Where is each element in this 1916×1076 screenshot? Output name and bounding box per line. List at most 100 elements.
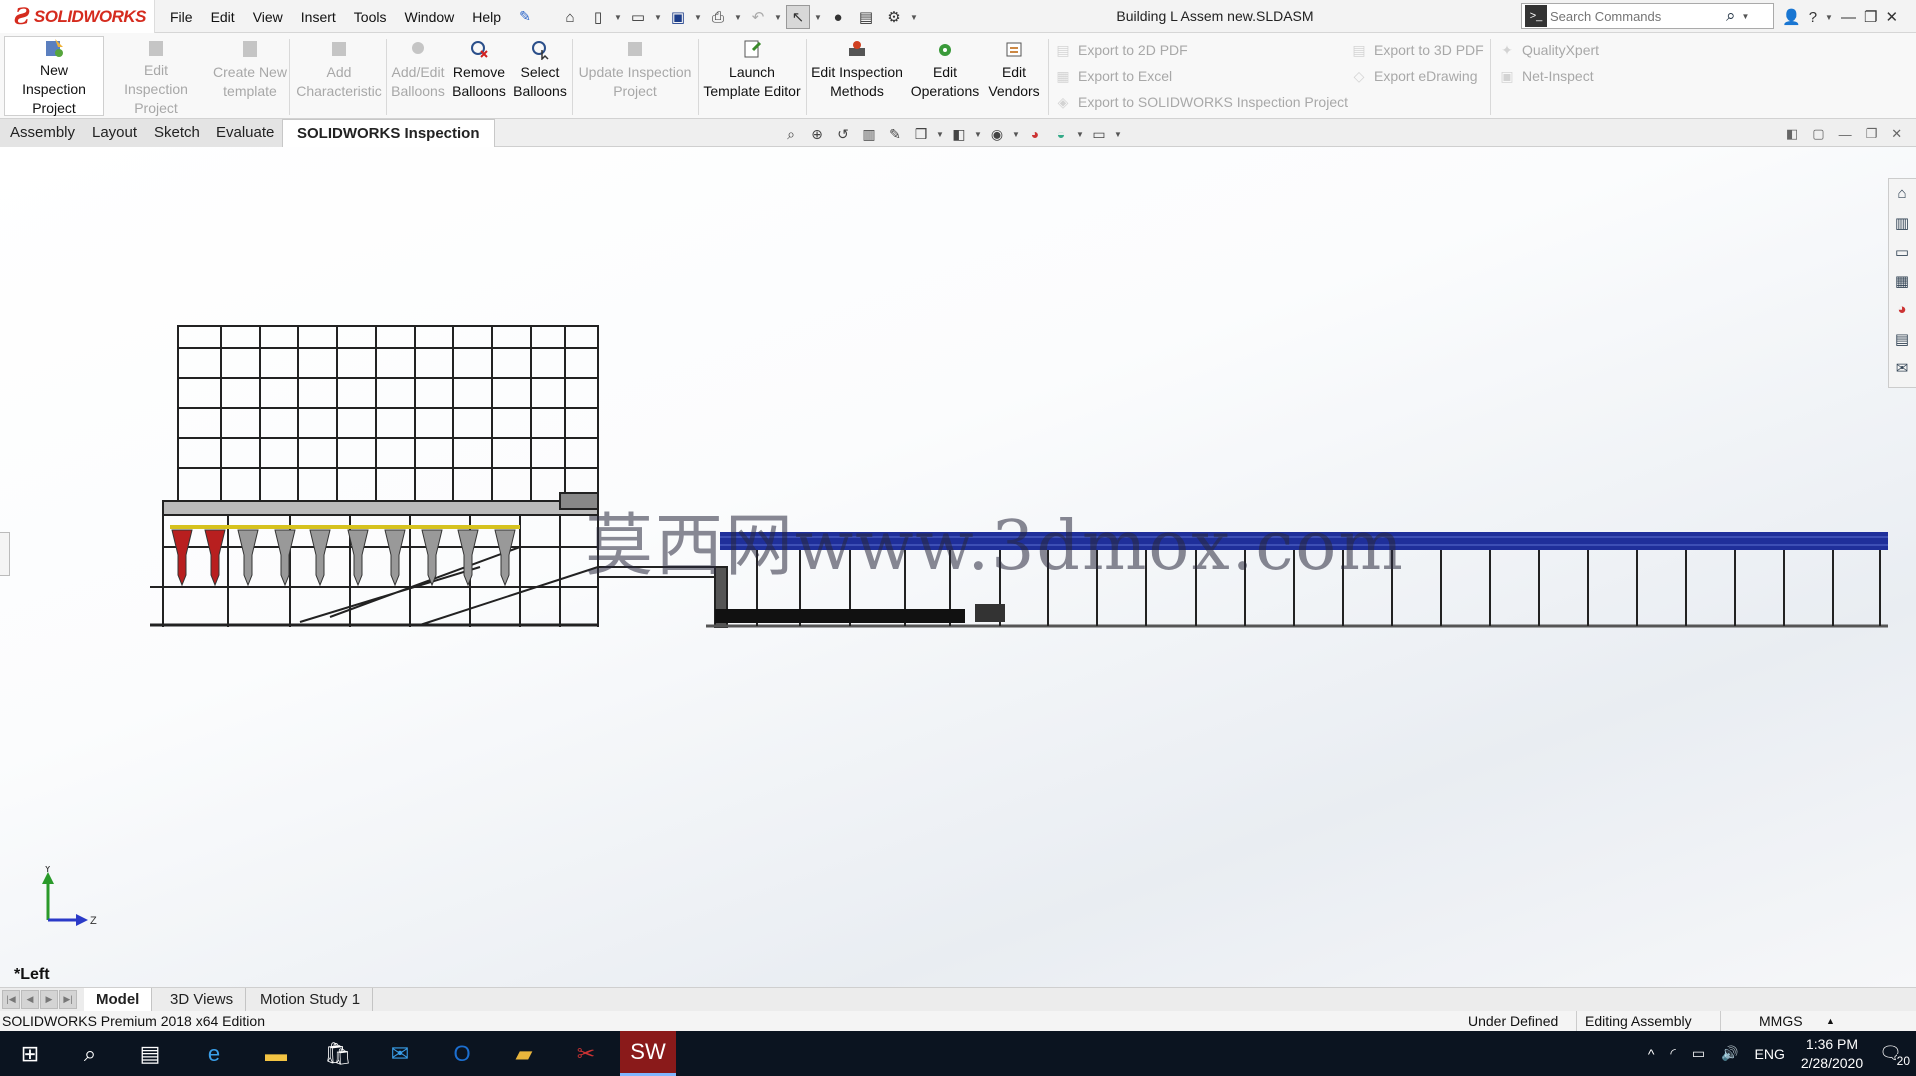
menu-tools[interactable]: Tools [354, 9, 387, 25]
select-cursor-icon[interactable]: ↖ [786, 5, 810, 29]
wifi-icon[interactable]: ◜ [1670, 1045, 1675, 1062]
edit-inspection-project-button[interactable]: Edit Inspection Project [108, 37, 204, 116]
first-tab-icon[interactable]: |◀ [2, 990, 20, 1009]
search-icon[interactable]: ⌕ [1726, 6, 1736, 26]
input-language[interactable]: ENG [1755, 1046, 1785, 1062]
next-tab-icon[interactable]: ▶ [40, 990, 58, 1009]
chevron-down-icon[interactable]: ▼ [694, 13, 702, 22]
chevron-down-icon[interactable]: ▼ [1742, 12, 1750, 21]
user-icon[interactable]: 👤 [1782, 8, 1801, 26]
snip-tool-icon[interactable]: ✂ [558, 1031, 614, 1076]
launch-template-editor-button[interactable]: Launch Template Editor [702, 37, 802, 115]
tab-assembly[interactable]: Assembly [0, 119, 87, 147]
tab-3d-views[interactable]: 3D Views [158, 988, 247, 1012]
help-icon[interactable]: ? [1809, 9, 1817, 26]
hide-show-items-icon[interactable]: ◉ [986, 123, 1008, 145]
mail-icon[interactable]: ✉ [372, 1031, 428, 1076]
search-input[interactable] [1550, 8, 1720, 24]
previous-view-icon[interactable]: ↺ [832, 123, 854, 145]
chevron-down-icon[interactable]: ▼ [1114, 130, 1122, 139]
edit-vendors-button[interactable]: Edit Vendors [984, 37, 1044, 115]
new-document-icon[interactable]: ▯ [586, 5, 610, 29]
minimize-icon[interactable]: — [1841, 9, 1856, 26]
outlook-icon[interactable]: O [434, 1031, 490, 1076]
remove-balloons-button[interactable]: Remove Balloons [452, 37, 506, 115]
chevron-down-icon[interactable]: ▼ [654, 13, 662, 22]
custom-properties-icon[interactable]: ▤ [1889, 324, 1915, 353]
chevron-down-icon[interactable]: ▼ [910, 13, 918, 22]
feature-manager-toggle[interactable] [0, 532, 10, 576]
search-icon[interactable]: ⌕ [62, 1031, 118, 1076]
tab-model[interactable]: Model [84, 988, 153, 1012]
export-2d-pdf-button[interactable]: ▤ Export to 2D PDF [1054, 39, 1187, 61]
view-settings-icon[interactable]: ▭ [1088, 123, 1110, 145]
search-commands-box[interactable]: >_ ⌕ ▼ [1521, 3, 1774, 29]
menu-help[interactable]: Help [472, 9, 501, 25]
last-tab-icon[interactable]: ▶| [59, 990, 77, 1009]
export-sw-inspection-button[interactable]: ◈ Export to SOLIDWORKS Inspection Project [1054, 91, 1348, 113]
options-gear-icon[interactable]: ⚙ [882, 5, 906, 29]
open-folder-icon[interactable]: ▭ [626, 5, 650, 29]
menu-view[interactable]: View [253, 9, 283, 25]
store-icon[interactable]: 🛍 [310, 1031, 366, 1076]
tab-sketch[interactable]: Sketch [144, 119, 211, 147]
design-library-icon[interactable]: ▥ [1889, 208, 1915, 237]
doc-close-icon[interactable]: ✕ [1891, 126, 1902, 142]
chevron-down-icon[interactable]: ▼ [1076, 130, 1084, 139]
battery-icon[interactable]: ▭ [1692, 1045, 1705, 1062]
pin-icon[interactable]: ✎ [519, 8, 531, 25]
chevron-down-icon[interactable]: ▼ [974, 130, 982, 139]
edit-inspection-methods-button[interactable]: Edit Inspection Methods [810, 37, 904, 115]
section-view-icon[interactable]: ▥ [858, 123, 880, 145]
sticky-app-icon[interactable]: ▰ [496, 1031, 552, 1076]
appearances-icon[interactable]: ◕ [1889, 295, 1915, 324]
chevron-down-icon[interactable]: ▼ [614, 13, 622, 22]
solidworks-taskbar-icon[interactable]: SW [620, 1031, 676, 1076]
qualityxpert-button[interactable]: ✦ QualityXpert [1498, 39, 1599, 61]
edit-appearance-icon[interactable]: ◕ [1024, 123, 1046, 145]
edge-browser-icon[interactable]: e [186, 1031, 242, 1076]
solidworks-logo[interactable]: Ƨ SOLIDWORKS [0, 0, 155, 33]
graphics-area[interactable]: 莫西网www.3dmox.com [0, 147, 1916, 987]
collapse-panel-icon[interactable]: ◧ [1786, 126, 1798, 142]
tab-evaluate[interactable]: Evaluate [206, 119, 286, 147]
file-explorer-icon[interactable]: ▬ [248, 1031, 304, 1076]
print-icon[interactable]: ⎙ [706, 5, 730, 29]
tab-solidworks-inspection[interactable]: SOLIDWORKS Inspection [282, 119, 495, 148]
export-edrawing-button[interactable]: ◇ Export eDrawing [1350, 65, 1478, 87]
split-view-icon[interactable]: ▢ [1812, 126, 1824, 142]
create-new-template-button[interactable]: Create New template [208, 37, 292, 115]
close-icon[interactable]: ✕ [1885, 8, 1898, 26]
net-inspect-button[interactable]: ▣ Net-Inspect [1498, 65, 1593, 87]
resources-home-icon[interactable]: ⌂ [1889, 179, 1915, 208]
home-icon[interactable]: ⌂ [558, 5, 582, 29]
menu-window[interactable]: Window [404, 9, 454, 25]
dynamic-annotation-icon[interactable]: ✎ [884, 123, 906, 145]
unit-system[interactable]: MMGS [1720, 1011, 1803, 1031]
zoom-to-area-icon[interactable]: ⊕ [806, 123, 828, 145]
restore-icon[interactable]: ❐ [1864, 8, 1877, 26]
doc-minimize-icon[interactable]: — [1839, 127, 1852, 142]
view-palette-icon[interactable]: ▦ [1889, 266, 1915, 295]
prev-tab-icon[interactable]: ◀ [21, 990, 39, 1009]
tab-motion-study-1[interactable]: Motion Study 1 [248, 988, 374, 1012]
tab-layout[interactable]: Layout [82, 119, 149, 147]
menu-file[interactable]: File [170, 9, 193, 25]
zoom-to-fit-icon[interactable]: ⌕ [780, 123, 802, 145]
volume-icon[interactable]: 🔊 [1721, 1045, 1738, 1062]
task-view-icon[interactable]: ▤ [122, 1031, 178, 1076]
forum-icon[interactable]: ✉ [1889, 353, 1915, 382]
clock[interactable]: 1:36 PM 2/28/2020 [1801, 1035, 1863, 1073]
doc-restore-icon[interactable]: ❐ [1866, 126, 1878, 142]
menu-insert[interactable]: Insert [301, 9, 336, 25]
chevron-down-icon[interactable]: ▼ [936, 130, 944, 139]
apply-scene-icon[interactable]: ◒ [1050, 123, 1072, 145]
traffic-light-icon[interactable]: ● [826, 5, 850, 29]
undo-icon[interactable]: ↶ [746, 5, 770, 29]
save-icon[interactable]: ▣ [666, 5, 690, 29]
tray-chevron-icon[interactable]: ^ [1648, 1046, 1655, 1062]
export-excel-button[interactable]: ▦ Export to Excel [1054, 65, 1172, 87]
export-3d-pdf-button[interactable]: ▤ Export to 3D PDF [1350, 39, 1483, 61]
chevron-up-icon[interactable]: ▲ [1826, 1011, 1835, 1031]
windows-start-icon[interactable]: ⊞ [2, 1031, 58, 1076]
